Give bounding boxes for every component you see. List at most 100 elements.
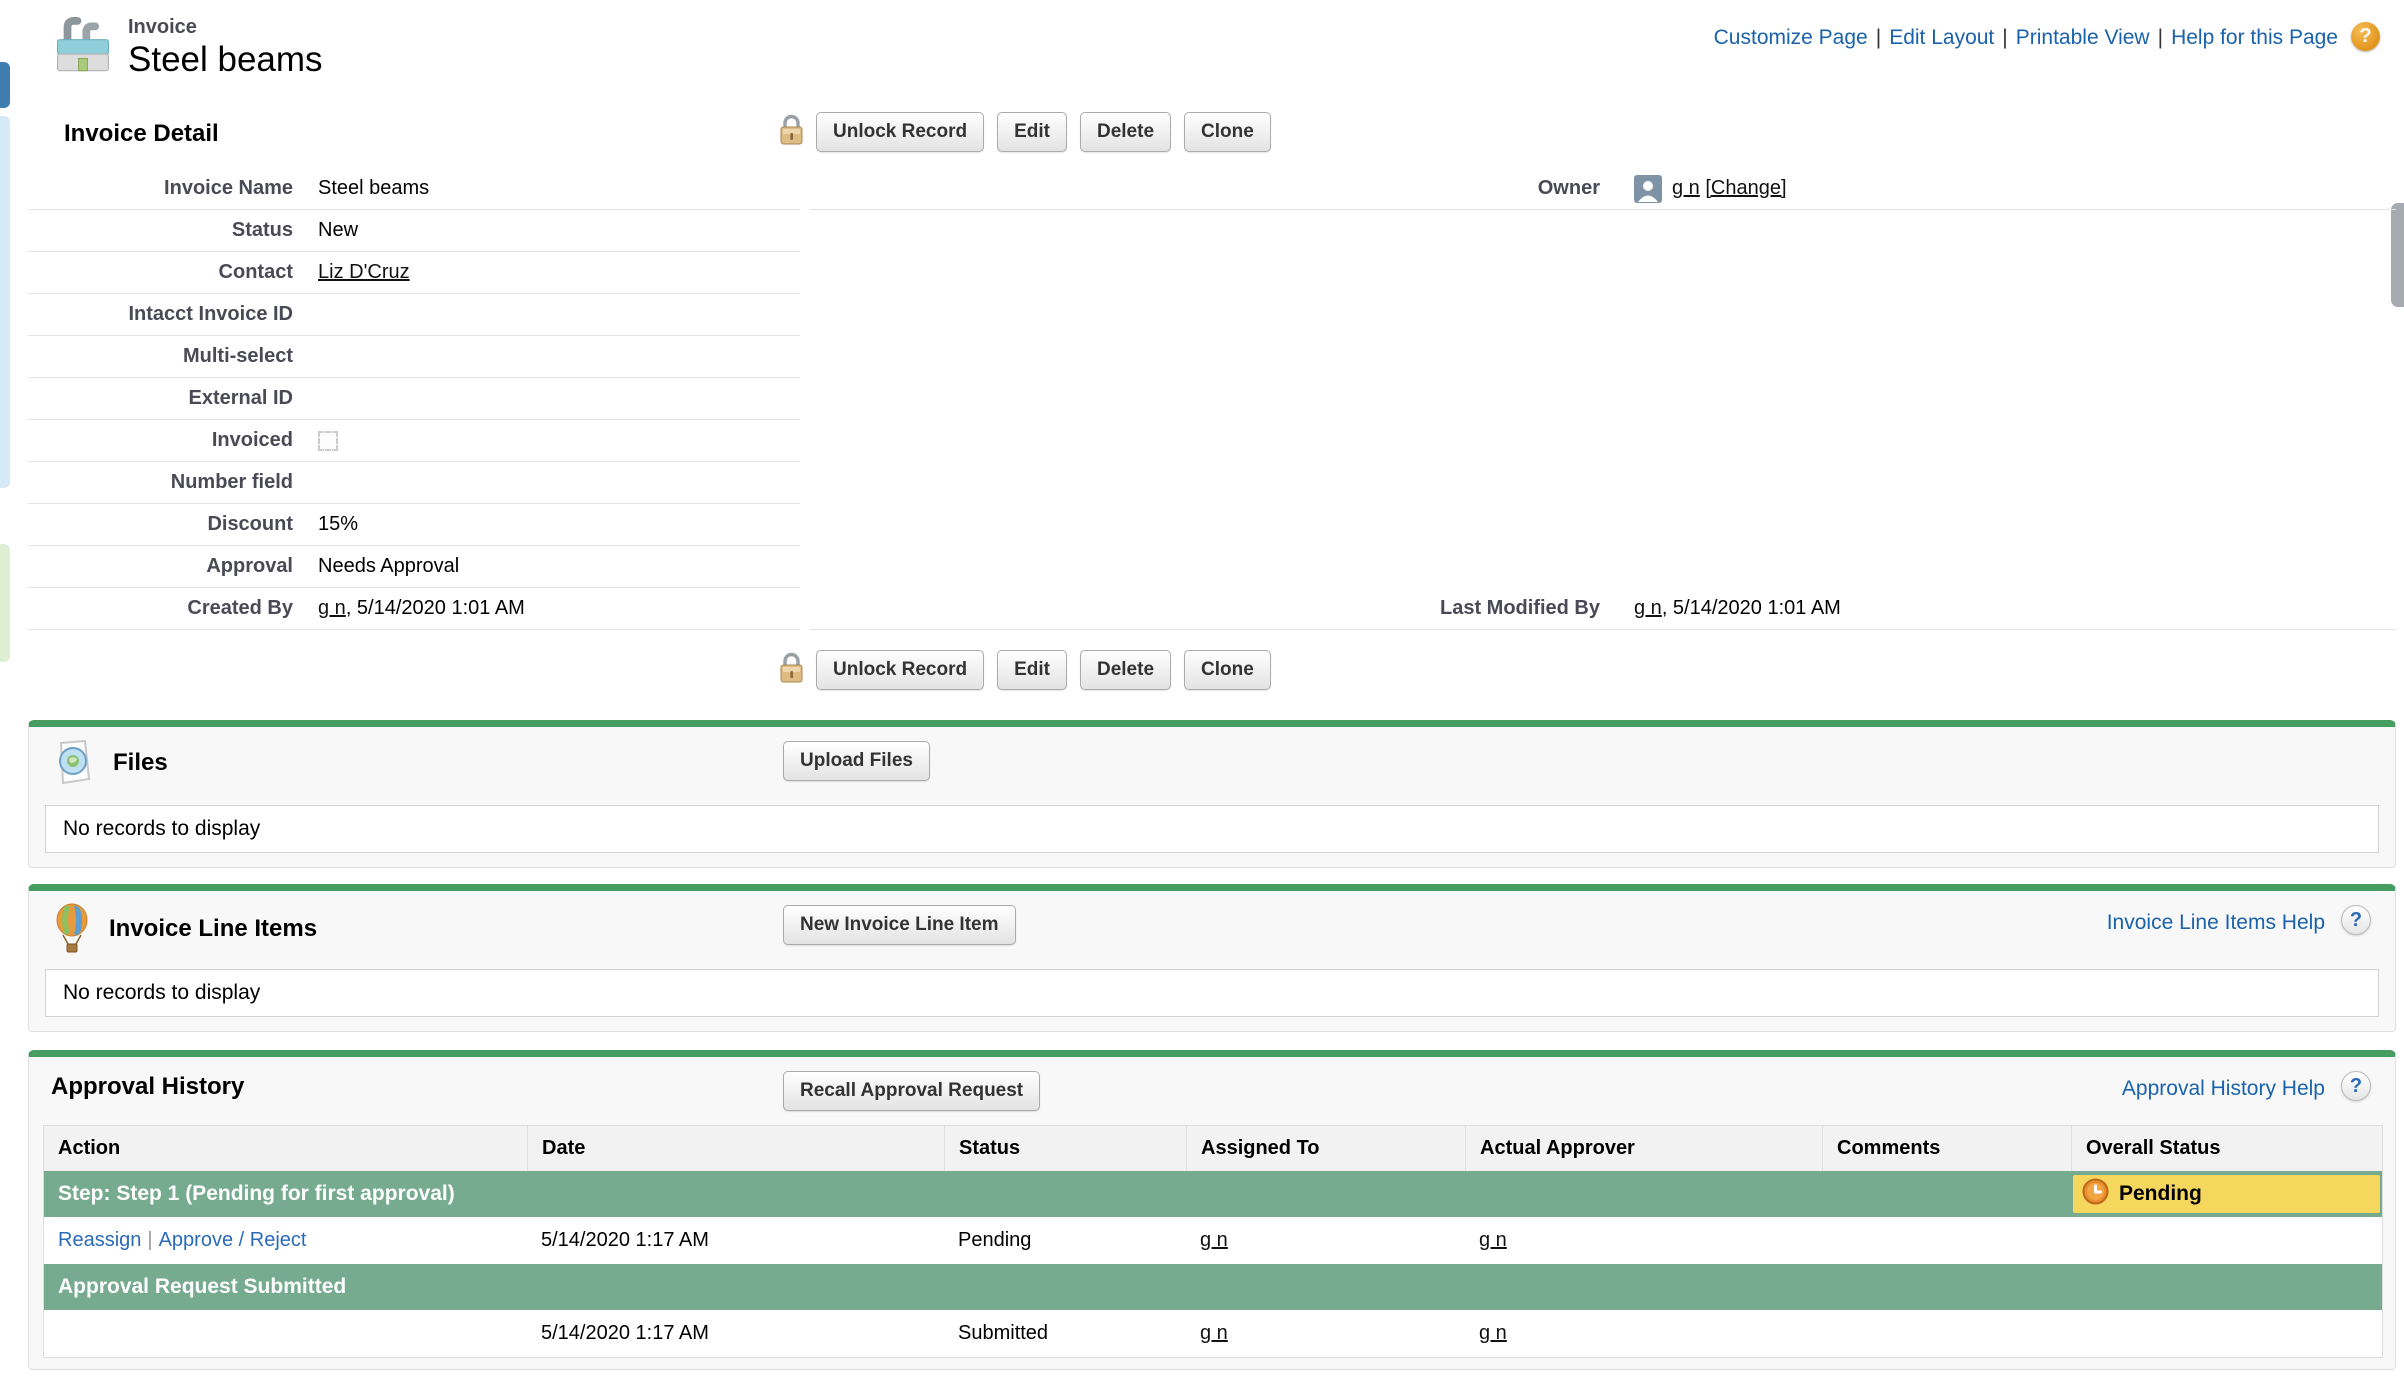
pending-clock-icon [2082,1178,2109,1211]
record-lock-icon [780,114,803,150]
field-link-contact[interactable]: Liz D'Cruz [318,261,410,284]
overall-status-cell [2071,1264,2382,1310]
owner-user-link[interactable]: g n [1672,177,1700,199]
new-invoice-line-item-button[interactable]: New Invoice Line Item [783,905,1016,945]
approval-history-help-icon[interactable]: ? [2341,1071,2371,1101]
invoice-line-items-section: Invoice Line Items New Invoice Line Item… [28,884,2396,1032]
files-section-title: Files [113,749,168,777]
invoice-line-items-help-icon[interactable]: ? [2341,905,2371,935]
last-modified-datetime: , 5/14/2020 1:01 AM [1662,597,1841,619]
date-cell: 5/14/2020 1:17 AM [527,1217,944,1264]
status-cell: Pending [944,1217,1186,1264]
approval-table-header-row: ActionDateStatusAssigned ToActual Approv… [44,1126,2382,1171]
field-row-discount: Discount15% [28,504,800,546]
invoiced-checkbox-unchecked [318,431,338,451]
approval-step-band-0: Step: Step 1 (Pending for first approval… [44,1171,2382,1217]
created-by-user-link[interactable]: g n [318,597,346,619]
overall-status-empty-cell [2071,1310,2382,1357]
approval-history-table: ActionDateStatusAssigned ToActual Approv… [43,1125,2383,1358]
field-value-approval: Needs Approval [318,555,459,578]
field-value-invoiced [318,431,338,451]
comments-cell [1822,1310,2071,1357]
field-label-multi-select: Multi-select [28,345,293,368]
right-column-spacer [810,210,2396,588]
field-row-invoice-name: Invoice NameSteel beams [28,168,800,210]
approval-history-section: Approval History Recall Approval Request… [28,1050,2396,1370]
column-header-action: Action [44,1126,527,1171]
files-section-icon [51,739,97,787]
invoice-line-items-help-link[interactable]: Invoice Line Items Help [2107,911,2325,935]
status-cell: Submitted [944,1310,1186,1357]
actual-approver-cell: g n [1465,1310,1822,1357]
field-row-contact: Contact Liz D'Cruz [28,252,800,294]
sidebar-sliver-blue [0,62,10,108]
action-link-approve-reject[interactable]: Approve / Reject [159,1229,307,1251]
approval-history-section-title: Approval History [51,1073,244,1101]
top-link-edit-layout[interactable]: Edit Layout [1889,26,1994,49]
field-row-external-id: External ID [28,378,800,420]
field-row-multi-select: Multi-select [28,336,800,378]
top-link-printable-view[interactable]: Printable View [2016,26,2150,49]
field-row-created-by: Created Byg n, 5/14/2020 1:01 AM [28,588,800,630]
detail-section-title: Invoice Detail [64,120,219,148]
field-row-last-modified-by: Last Modified By g n, 5/14/2020 1:01 AM [810,588,2396,630]
owner-label: Owner [810,177,1600,200]
recall-approval-request-button[interactable]: Recall Approval Request [783,1071,1040,1111]
field-row-owner: Owner g n [Change] [810,168,2396,210]
approval-step-band-2: Approval Request Submitted [44,1264,2382,1310]
step-band-label: Step: Step 1 (Pending for first approval… [44,1182,2071,1206]
owner-avatar [1634,175,1662,203]
actual-approver-cell: g n [1465,1217,1822,1264]
field-value-created-by: g n, 5/14/2020 1:01 AM [318,597,525,620]
unlock-record-button[interactable]: Unlock Record [816,650,984,690]
detail-button-bar-bottom: Unlock Record Edit Delete Clone [780,650,1271,690]
delete-button[interactable]: Delete [1080,112,1171,152]
delete-button[interactable]: Delete [1080,650,1171,690]
page-action-links: Customize Page|Edit Layout|Printable Vie… [1714,26,2338,50]
field-row-intacct-invoice-id: Intacct Invoice ID [28,294,800,336]
step-band-label: Approval Request Submitted [44,1275,2071,1299]
files-empty-message: No records to display [45,805,2379,853]
record-lock-icon [780,652,803,688]
created-by-datetime: , 5/14/2020 1:01 AM [346,597,525,619]
actual-approver-user-link[interactable]: g n [1479,1229,1507,1251]
column-header-overall-status: Overall Status [2071,1126,2382,1171]
column-header-status: Status [944,1126,1186,1171]
field-label-contact: Contact [28,261,293,284]
field-row-number-field: Number field [28,462,800,504]
detail-fields-right-column: Owner g n [Change] Last Modified By g n,… [810,168,2396,630]
assigned-to-user-link[interactable]: g n [1200,1229,1228,1251]
top-link-customize-page[interactable]: Customize Page [1714,26,1868,49]
actual-approver-user-link[interactable]: g n [1479,1322,1507,1344]
last-modified-user-link[interactable]: g n [1634,597,1662,619]
unlock-record-button[interactable]: Unlock Record [816,112,984,152]
assigned-to-user-link[interactable]: g n [1200,1322,1228,1344]
overall-status-cell: Pending [2071,1171,2382,1217]
field-label-external-id: External ID [28,387,293,410]
action-cell [44,1310,527,1357]
clone-button[interactable]: Clone [1184,112,1271,152]
sidebar-sliver-green [0,544,10,662]
last-modified-by-label: Last Modified By [810,597,1600,620]
top-link-help-for-this-page[interactable]: Help for this Page [2171,26,2338,49]
approval-history-help-link[interactable]: Approval History Help [2122,1077,2325,1101]
entity-label: Invoice [128,16,197,39]
owner-change-link[interactable]: [Change] [1705,177,1786,199]
edit-button[interactable]: Edit [997,112,1067,152]
field-label-status: Status [28,219,293,242]
edit-button[interactable]: Edit [997,650,1067,690]
field-label-invoice-name: Invoice Name [28,177,293,200]
page-help-icon[interactable]: ? [2351,22,2380,51]
column-header-date: Date [527,1126,944,1171]
detail-fields-left-column: Invoice NameSteel beamsStatusNewContactL… [28,168,800,630]
column-header-assigned-to: Assigned To [1186,1126,1465,1171]
column-header-comments: Comments [1822,1126,2071,1171]
action-link-reassign[interactable]: Reassign [58,1229,141,1251]
field-label-discount: Discount [28,513,293,536]
page-title: Steel beams [128,40,323,80]
clone-button[interactable]: Clone [1184,650,1271,690]
invoice-line-items-balloon-icon [51,903,93,955]
upload-files-button[interactable]: Upload Files [783,741,930,781]
assigned-to-cell: g n [1186,1310,1465,1357]
approval-history-row-3: 5/14/2020 1:17 AMSubmittedg ng n [44,1310,2382,1357]
